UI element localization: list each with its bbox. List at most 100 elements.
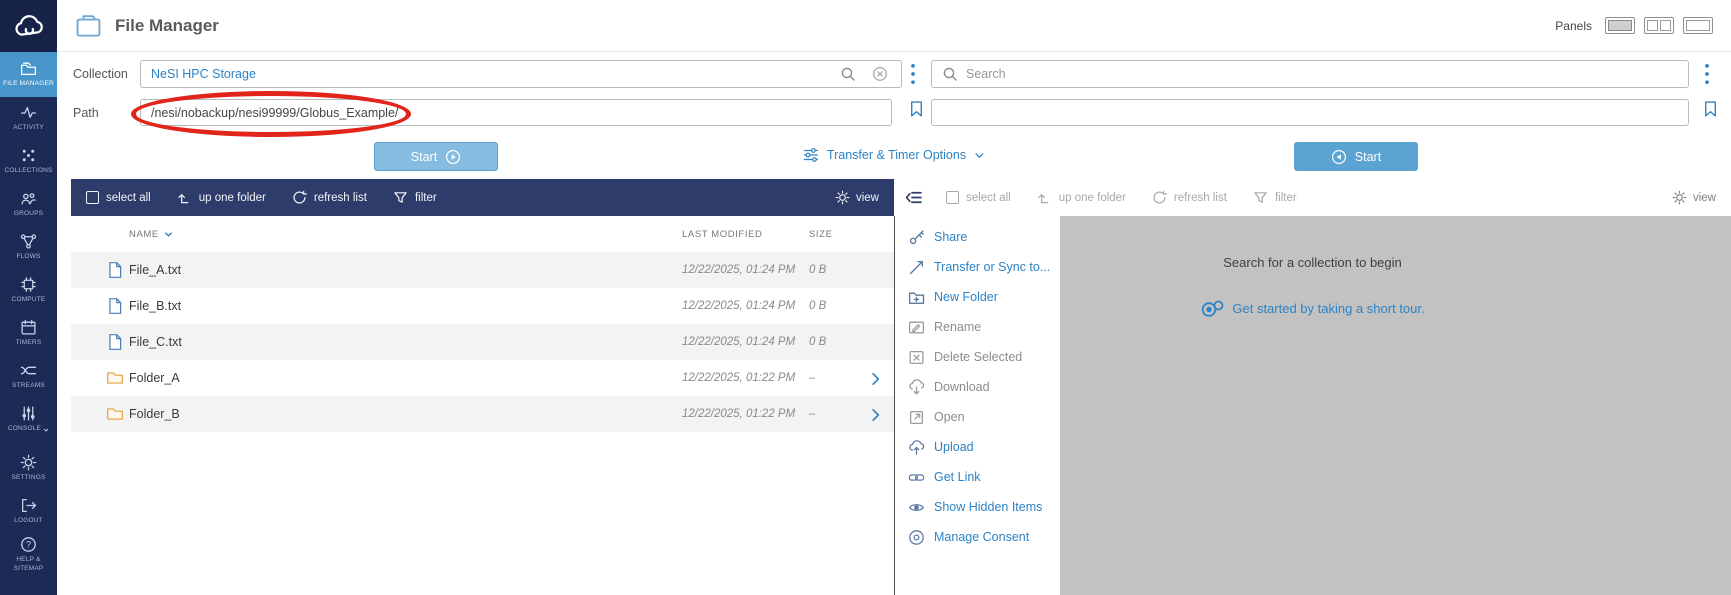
bookmark-icon[interactable] <box>1702 98 1719 120</box>
destination-menu-kebab-icon[interactable] <box>1700 62 1714 86</box>
file-row[interactable]: Folder_B 12/22/2025, 01:22 PM – <box>71 396 894 432</box>
file-modified: 12/22/2025, 01:24 PM <box>682 300 809 312</box>
file-icon <box>106 261 124 279</box>
clear-collection-icon[interactable] <box>872 66 888 82</box>
start-transfer-destination-button[interactable]: Start <box>1294 142 1418 171</box>
sort-by-name[interactable]: NAME <box>129 229 682 240</box>
file-row[interactable]: File_A.txt 12/22/2025, 01:24 PM 0 B <box>71 252 894 288</box>
up-one-folder-icon <box>177 190 192 205</box>
globus-logo[interactable] <box>0 0 57 52</box>
sidebar-item-timers[interactable]: TIMERS <box>0 312 57 355</box>
menu-item-share[interactable]: Share <box>895 222 1060 252</box>
tour-link-label: Get started by taking a short tour. <box>1232 301 1424 316</box>
share-icon <box>908 229 925 246</box>
menu-item-label: Rename <box>934 320 981 334</box>
file-size: – <box>809 408 868 420</box>
sidebar-item-settings[interactable]: SETTINGS <box>0 447 57 490</box>
collapse-panel-icon[interactable] <box>903 189 924 206</box>
download-icon <box>908 379 925 396</box>
sidebar-item-label: CONSOLE <box>8 425 41 433</box>
panels-single-button[interactable] <box>1605 17 1635 34</box>
file-modified: 12/22/2025, 01:22 PM <box>682 408 809 420</box>
menu-item-label: Manage Consent <box>934 530 1029 544</box>
menu-item-get-link[interactable]: Get Link <box>895 462 1060 492</box>
menu-item-label: Delete Selected <box>934 350 1022 364</box>
collection-search-input[interactable] <box>931 60 1689 88</box>
file-row[interactable]: Folder_A 12/22/2025, 01:22 PM – <box>71 360 894 396</box>
menu-item-delete-selected[interactable]: Delete Selected <box>895 342 1060 372</box>
filter-funnel-icon <box>1253 190 1268 205</box>
path-input[interactable] <box>140 99 892 126</box>
chevron-down-icon <box>974 150 985 161</box>
sidebar-item-groups[interactable]: GROUPS <box>0 183 57 226</box>
menu-item-upload[interactable]: Upload <box>895 432 1060 462</box>
open-folder-chevron-icon[interactable] <box>868 407 894 422</box>
view-label: view <box>856 192 879 204</box>
menu-item-download[interactable]: Download <box>895 372 1060 402</box>
sidebar-item-file-manager[interactable]: FILE MANAGER <box>0 52 57 97</box>
sidebar-item-collections[interactable]: COLLECTIONS <box>0 140 57 183</box>
sidebar-item-label: COMPUTE <box>12 296 46 304</box>
file-row[interactable]: File_B.txt 12/22/2025, 01:24 PM 0 B <box>71 288 894 324</box>
file-row[interactable]: File_C.txt 12/22/2025, 01:24 PM 0 B <box>71 324 894 360</box>
file-size: 0 B <box>809 300 868 312</box>
sidebar-item-flows[interactable]: FLOWS <box>0 226 57 269</box>
refresh-list-control[interactable]: refresh list <box>292 190 367 205</box>
file-modified: 12/22/2025, 01:24 PM <box>682 336 809 348</box>
sidebar-item-console[interactable]: CONSOLE <box>0 398 57 441</box>
console-icon <box>20 405 37 422</box>
file-size: 0 B <box>809 264 868 276</box>
sidebar: FILE MANAGER ACTIVITY COLLECTIONS GROUPS <box>0 0 57 595</box>
start-transfer-source-button[interactable]: Start <box>374 142 498 171</box>
transfer-timer-options[interactable]: Transfer & Timer Options <box>803 147 985 163</box>
panels-double-button[interactable] <box>1644 17 1674 34</box>
sidebar-item-help-sitemap[interactable]: ? HELP & SITEMAP <box>0 533 57 576</box>
sidebar-item-label: GROUPS <box>14 210 43 218</box>
up-one-folder-label: up one folder <box>199 192 266 204</box>
sidebar-item-label: ACTIVITY <box>13 124 44 132</box>
timers-icon <box>20 319 37 336</box>
menu-item-open[interactable]: Open <box>895 402 1060 432</box>
destination-empty-panel <box>1060 216 1731 595</box>
menu-item-show-hidden-items[interactable]: Show Hidden Items <box>895 492 1060 522</box>
collection-input[interactable] <box>140 60 902 88</box>
start-button-label: Start <box>411 150 437 164</box>
panels-full-button[interactable] <box>1683 17 1713 34</box>
filter-control-disabled: filter <box>1253 190 1297 205</box>
open-folder-chevron-icon[interactable] <box>868 371 894 386</box>
menu-item-label: Upload <box>934 440 974 454</box>
view-control[interactable]: view <box>835 190 879 205</box>
filter-control[interactable]: filter <box>393 190 437 205</box>
file-name: Folder_B <box>129 407 682 421</box>
open-icon <box>908 409 925 426</box>
sidebar-item-activity[interactable]: ACTIVITY <box>0 97 57 140</box>
get-link-icon <box>908 469 925 486</box>
sidebar-item-streams[interactable]: STREAMS <box>0 355 57 398</box>
panels-switcher: Panels <box>1555 17 1713 34</box>
file-icon <box>106 297 124 315</box>
globus-file-manager-app: FILE MANAGER ACTIVITY COLLECTIONS GROUPS <box>0 0 1731 595</box>
filter-funnel-icon <box>393 190 408 205</box>
bookmark-icon[interactable] <box>908 98 925 120</box>
sort-chevron-icon <box>163 229 174 240</box>
up-one-folder-label: up one folder <box>1059 192 1126 204</box>
file-name: Folder_A <box>129 371 682 385</box>
tour-link[interactable]: Get started by taking a short tour. <box>894 296 1731 320</box>
view-control[interactable]: view <box>1672 190 1716 205</box>
menu-item-manage-consent[interactable]: Manage Consent <box>895 522 1060 552</box>
sidebar-item-logout[interactable]: LOGOUT <box>0 490 57 533</box>
select-all-control[interactable]: select all <box>86 191 151 204</box>
up-one-folder-control[interactable]: up one folder <box>177 190 266 205</box>
select-all-checkbox[interactable] <box>86 191 99 204</box>
sidebar-item-label: STREAMS <box>12 382 45 390</box>
sidebar-item-compute[interactable]: COMPUTE <box>0 269 57 312</box>
destination-path-input[interactable] <box>931 99 1689 126</box>
collections-icon <box>20 147 37 164</box>
menu-item-label: Show Hidden Items <box>934 500 1042 514</box>
delete-icon <box>908 349 925 366</box>
menu-item-label: Share <box>934 230 967 244</box>
collection-menu-kebab-icon[interactable] <box>906 62 920 86</box>
file-action-menu: Share Transfer or Sync to... New Folder … <box>894 216 1060 595</box>
settings-gear-icon <box>20 454 37 471</box>
select-all-label: select all <box>966 192 1011 204</box>
